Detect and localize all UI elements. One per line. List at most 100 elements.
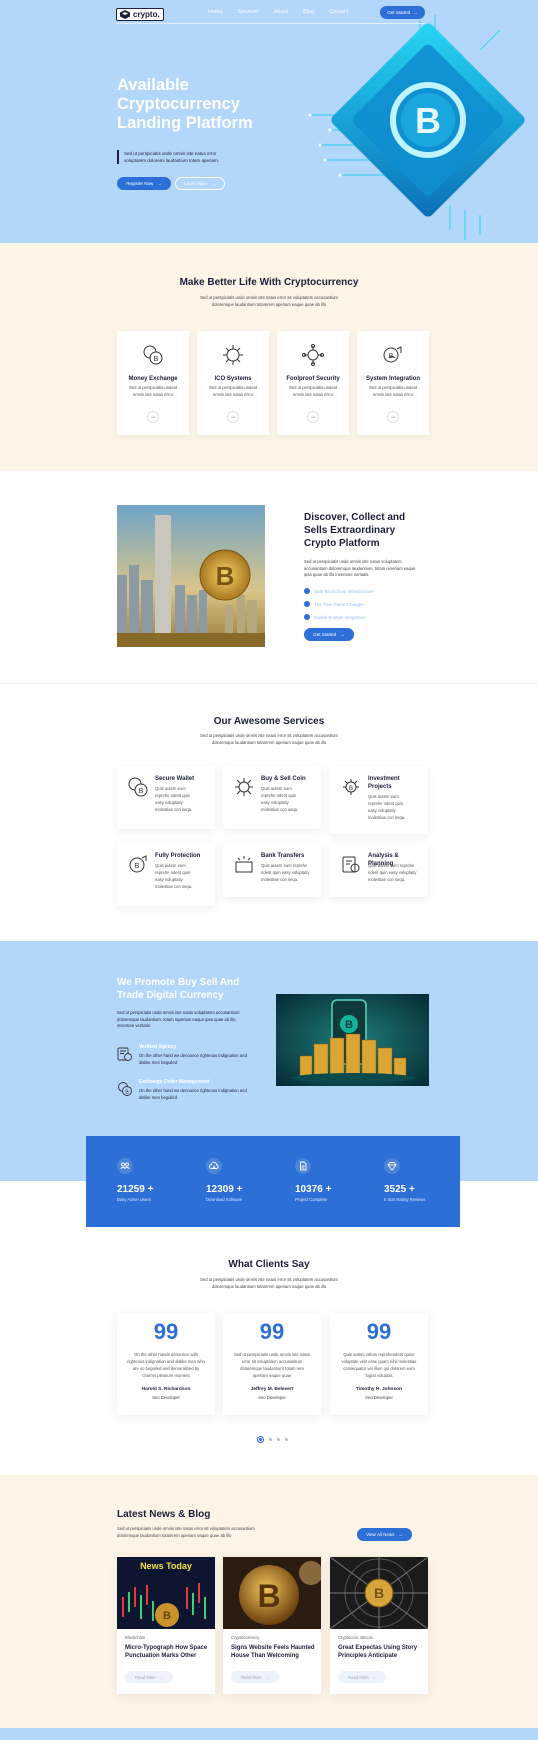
feature-card-foolproof-security[interactable]: Foolproof Security Sed ut perspiciatis u… [277, 331, 349, 435]
read-more-button[interactable]: Read More → [338, 1671, 386, 1683]
feature-card-ico-systems[interactable]: ICO Systems Sed ut perspiciatis undest o… [197, 331, 269, 435]
service-title: Investment Projects [368, 776, 400, 790]
arrow-right-icon[interactable]: → [227, 411, 239, 423]
diamond-icon [384, 1158, 400, 1174]
read-more-button[interactable]: Read More → [231, 1671, 279, 1683]
hero-description: Sed ut perspiciatis unde omnis iste natu… [117, 150, 227, 164]
svg-text:B: B [154, 356, 159, 363]
check-item: The True Game Changer [304, 599, 374, 609]
landing-page: B crypto. Home Services About Blog Conta… [0, 0, 538, 1740]
view-all-news-button[interactable]: View All News → [357, 1528, 412, 1541]
service-card-secure-wallet[interactable]: B Secure Wallet Quis autem eum reprehe n… [117, 766, 215, 829]
arrow-right-icon: → [371, 1674, 376, 1680]
nav-link-services[interactable]: Services [238, 9, 259, 15]
service-title: Buy & Sell Coin [261, 776, 306, 782]
carousel-dot-active[interactable] [257, 1436, 264, 1443]
feature-card-title: Foolproof Security [286, 376, 340, 382]
blog-card[interactable]: B Cryptocurrency Signs Website Feels Hau… [223, 1557, 321, 1694]
service-card-analysis[interactable]: Analysis & Planning Quis autem eum repre… [330, 843, 428, 897]
svg-text:B: B [163, 1610, 171, 1622]
arrow-right-icon[interactable]: → [147, 411, 159, 423]
view-all-news-label: View All News [366, 1532, 395, 1537]
blog-title[interactable]: Signs Website Feels Haunted House Than W… [231, 1644, 315, 1660]
carousel-dot[interactable] [269, 1438, 272, 1441]
promote-item-desc: On the other hand we denounce righteous … [139, 1088, 247, 1100]
discover-checklist: Safe Blockchain Infrastructure The True … [304, 586, 374, 622]
testimonial-card: 99 Sed ut perspiciatis unde omnis iste n… [223, 1313, 321, 1415]
brand-name: crypto. [133, 9, 160, 19]
get-started-nav-button[interactable]: Get Started → [380, 6, 425, 19]
arrow-right-icon: → [398, 1532, 403, 1537]
testimonial-role: Seo Developer [258, 1395, 286, 1400]
nav-link-contact[interactable]: Contact [329, 9, 348, 15]
service-card-buy-sell[interactable]: Buy & Sell Coin Quis autem eum reprehe n… [223, 766, 321, 829]
features-title: Make Better Life With Cryptocurrency [179, 277, 359, 288]
blog-title[interactable]: Micro-Typograph How Space Punctuation Ma… [125, 1644, 209, 1660]
testimonial-card: 99 On the other hands denounce with righ… [117, 1313, 215, 1415]
register-now-button[interactable]: Register Now → [117, 177, 171, 190]
feature-card-system-integration[interactable]: B System Integration Sed ut perspiciatis… [357, 331, 429, 435]
carousel-dot[interactable] [285, 1438, 288, 1441]
blog-card[interactable]: B Cryptocoin, Bitcoin Great Expectas Usi… [330, 1557, 428, 1694]
city-bitcoin-image: B [117, 505, 265, 647]
check-item-label: Safe Blockchain Infrastructure [314, 588, 375, 594]
hero-title: Available Cryptocurrency Landing Platfor… [117, 76, 253, 132]
verified-document-icon [117, 1047, 132, 1061]
testimonial-card: 99 Quis autem velum reprehenderit quine … [330, 1313, 428, 1415]
svg-text:B: B [345, 1019, 353, 1031]
feature-card-money-exchange[interactable]: B Money Exchange Sed ut perspiciatis und… [117, 331, 189, 435]
news-today-chart-image: B News Today [117, 1557, 215, 1629]
arrow-right-icon[interactable]: → [307, 411, 319, 423]
investment-icon: B [343, 779, 359, 795]
circuit-icon [235, 778, 253, 796]
feature-card-desc: Sed ut perspiciatis undest omnis iste na… [129, 385, 177, 397]
check-item: Global Sustain Integration [304, 612, 374, 622]
arrow-right-icon[interactable]: → [387, 411, 399, 423]
read-more-button[interactable]: Read More → [125, 1671, 173, 1683]
get-started-nav-label: Get Started [387, 10, 411, 15]
cloud-download-icon [206, 1158, 222, 1174]
arrow-right-icon: → [340, 632, 345, 637]
bank-transfer-icon [235, 856, 253, 873]
nav-link-home[interactable]: Home [208, 9, 223, 15]
promote-item-exchange: B Exchange Order Management On the other… [117, 1079, 257, 1109]
discover-title: Discover, Collect and Sells Extraordinar… [304, 512, 406, 549]
promote-item-title: Exchange Order Management [139, 1079, 210, 1085]
service-card-protection[interactable]: B Fully Protection Quis autem eum repreh… [117, 843, 215, 906]
nav-link-about[interactable]: About [274, 9, 288, 15]
service-desc: Quis autem eum reprehe nderit quin easy … [261, 786, 299, 812]
testimonial-name: Jeffrey M. Belevert [250, 1387, 294, 1392]
testimonial-role: Seo Developer [152, 1395, 180, 1400]
blog-card[interactable]: B News Today Blockchain Micro-Typograph … [117, 1557, 215, 1694]
arrow-right-icon: → [413, 10, 418, 15]
feature-card-title: ICO Systems [214, 376, 252, 382]
arrow-right-icon: → [158, 1674, 163, 1680]
blog-title[interactable]: Great Expectas Using Story Principles An… [338, 1644, 422, 1660]
testimonial-text: On the other hands denounce with righteo… [127, 1352, 205, 1378]
svg-text:B: B [257, 1578, 280, 1614]
quote-icon: 99 [366, 1319, 392, 1344]
service-card-investment[interactable]: B Investment Projects Quis autem eum rep… [330, 766, 428, 834]
clients-title: What Clients Say [228, 1259, 310, 1270]
learn-more-button[interactable]: Learn More → [175, 177, 225, 190]
nav-divider [116, 23, 425, 24]
nav-link-blog[interactable]: Blog [303, 9, 314, 15]
features-section: Make Better Life With Cryptocurrency Sed… [0, 243, 538, 471]
services-section: Our Awesome Services Sed ut perspiciatis… [0, 684, 538, 941]
service-desc: Quis autem eum reprehe nderit quin easy … [155, 863, 193, 889]
promote-description: Sed ut perspiciatis unde omnis iste natu… [117, 1010, 240, 1028]
promote-title: We Promote Buy Sell And Trade Digital Cu… [117, 977, 240, 1001]
carousel-dots [257, 1436, 288, 1443]
news-today-text: News Today [140, 1561, 192, 1571]
arrow-right-icon: → [211, 181, 216, 186]
discover-get-started-button[interactable]: Get Started → [304, 628, 354, 641]
service-card-bank-transfers[interactable]: Bank Transfers Quis autem eum reprehe nd… [223, 843, 321, 897]
service-title: Fully Protection [155, 853, 201, 859]
svg-text:B: B [139, 788, 144, 795]
blog-image: B [223, 1557, 321, 1629]
analysis-icon [342, 856, 360, 873]
dartboard-bitcoin-image: B [330, 1557, 428, 1629]
carousel-dot[interactable] [277, 1438, 280, 1441]
news-title: Latest News & Blog [117, 1509, 211, 1520]
brand-logo[interactable]: crypto. [116, 7, 164, 21]
